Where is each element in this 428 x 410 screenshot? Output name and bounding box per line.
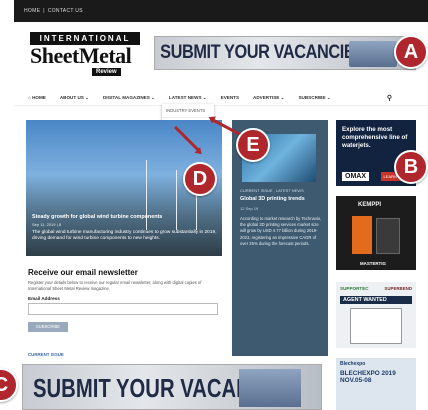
main-nav: ⌂ HOME ABOUT US ⌄ DIGITAL MAGAZINES ⌄ LA… [14,90,428,106]
blechexpo-ad[interactable]: Blechexpo BLECHEXPO 2019 NOV.05-08 [336,358,416,410]
top-bar: HOME | CONTACT US [14,0,428,22]
banner-people-image [349,41,397,67]
nav-subscribe[interactable]: SUBSCRIBE ⌄ [298,95,330,101]
contact-us-link[interactable]: CONTACT US [48,8,83,14]
nav-latest-news-label: LATEST NEWS [168,94,202,100]
site-logo[interactable]: INTERNATIONAL SheetMetal Review [30,32,140,80]
nav-advertise[interactable]: ADVERTISE ⌄ [253,95,284,101]
top-banner-text: SUBMIT YOUR VACANCIES [160,42,365,63]
nav-digital-magazines[interactable]: DIGITAL MAGAZINES ⌄ [103,95,155,101]
nav-latest-news[interactable]: LATEST NEWS ⌄ [169,95,207,101]
marker-b: B [394,150,428,184]
topbar-separator: | [43,8,45,14]
hero-title[interactable]: Steady growth for global wind turbine co… [32,214,218,220]
newsletter-title: Receive our email newsletter [28,268,138,277]
kemppi-ad[interactable]: KEMPPI MASTERTIG [336,196,416,270]
blechexpo-logo: Blechexpo [340,361,366,367]
article-tags[interactable]: CURRENT ISSUE , LATEST NEWS [240,188,304,193]
welding-machine-image [352,216,372,254]
article-title[interactable]: Global 3D printing trends [240,196,322,202]
logo-line-review: Review [92,68,121,76]
search-icon[interactable]: ⚲ [387,94,392,102]
hero-caption: Steady growth for global wind turbine co… [32,214,218,242]
omax-logo: OMAX [342,172,369,181]
blechexpo-event-text: BLECHEXPO 2019 NOV.05-08 [340,370,396,384]
nav-home[interactable]: ⌂ HOME [28,95,46,100]
subscribe-button[interactable]: SUBSCRIBE [28,321,68,332]
machine-image [350,308,402,344]
email-field[interactable] [28,303,218,315]
agent-wanted-headline: AGENT WANTED [340,296,412,304]
article-body: According to market research by Technavi… [240,216,322,246]
logo-line-sheetmetal: SheetMetal [30,43,132,68]
agent-wanted-ad[interactable]: SUPPORTEC SUPERBEND AGENT WANTED [336,282,416,348]
article-date: 12 Sep 19 [240,206,259,211]
newsletter-signup: Receive our email newsletter Register yo… [28,268,220,333]
omax-ad-text: Explore the most comprehensive line of w… [342,126,408,149]
banner-people-image [239,369,301,407]
dropdown-item-industry-events[interactable]: INDUSTRY EVENTS [162,104,214,118]
nav-events[interactable]: EVENTS [221,95,239,100]
kemppi-product-name: MASTERTIG [360,261,386,266]
bottom-banner-ad[interactable]: SUBMIT YOUR VACANCIES [22,364,322,410]
nav-advertise-label: ADVERTISE [253,94,280,100]
supportec-logo: SUPPORTEC [340,286,369,291]
website-page: HOME | CONTACT US INTERNATIONAL SheetMet… [14,0,428,410]
marker-e: E [236,128,270,162]
nav-subscribe-label: SUBSCRIBE [298,94,326,100]
welding-machine-image [376,218,400,254]
nav-about-us-label: ABOUT US [59,94,84,100]
superbend-logo: SUPERBEND [384,286,412,291]
kemppi-logo: KEMPPI [358,202,382,208]
top-banner-ad[interactable]: SUBMIT YOUR VACANCIES [154,36,416,70]
email-label: Email Address [28,296,60,301]
nav-about-us[interactable]: ABOUT US ⌄ [60,95,89,101]
hero-description: The global wind turbine manufacturing in… [32,230,217,241]
nav-digital-magazines-label: DIGITAL MAGAZINES [102,94,150,100]
marker-a: A [394,35,428,69]
marker-d: D [183,162,217,196]
newsletter-description: Register your details below to receive o… [28,280,202,291]
current-issue-link[interactable]: CURRENT ISSUE [28,352,64,357]
hero-meta: Sep 11, 2019 | 8 [32,222,61,227]
home-link[interactable]: HOME [24,8,40,14]
nav-home-label: HOME [32,95,46,100]
